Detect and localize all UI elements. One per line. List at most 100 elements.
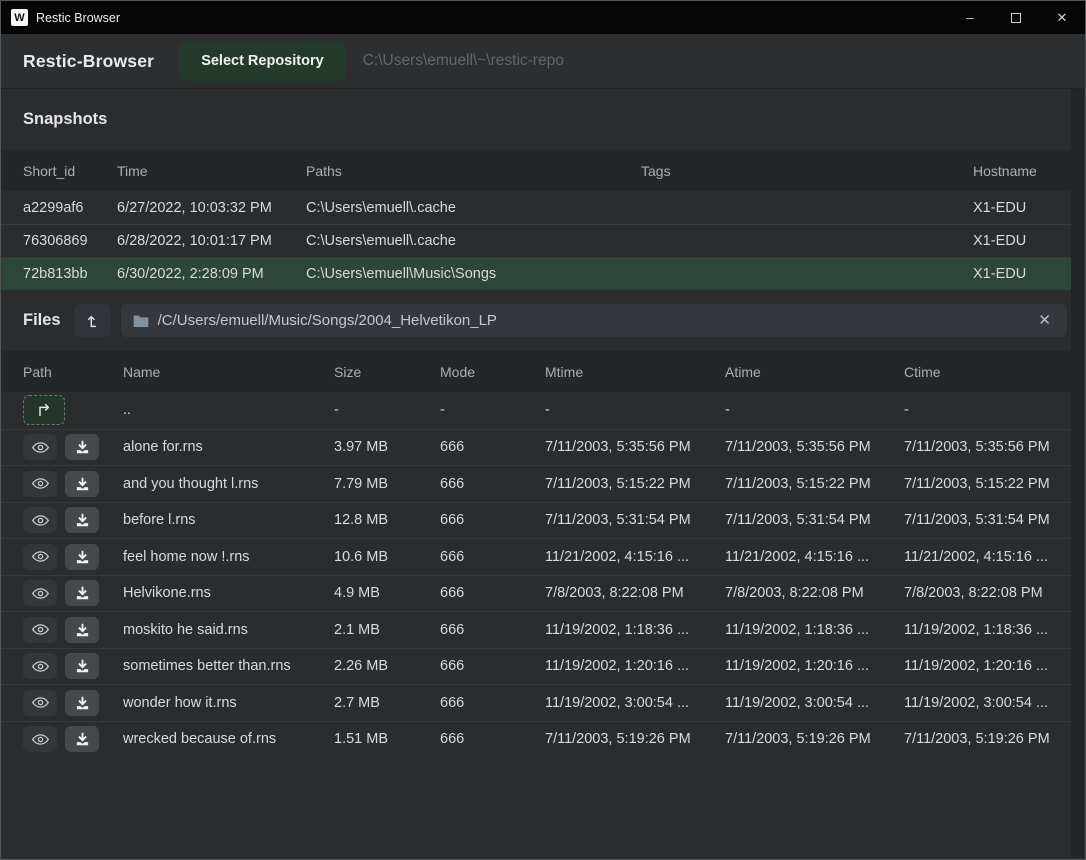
file-row[interactable]: before l.rns 12.8 MB 666 7/11/2003, 5:31… xyxy=(1,502,1073,539)
snapshot-row[interactable]: a2299af6 6/27/2022, 10:03:32 PM C:\Users… xyxy=(1,191,1073,224)
file-row[interactable]: and you thought l.rns 7.79 MB 666 7/11/2… xyxy=(1,465,1073,502)
download-file-button[interactable] xyxy=(65,434,99,460)
view-file-button[interactable] xyxy=(23,471,57,497)
file-row[interactable]: feel home now !.rns 10.6 MB 666 11/21/20… xyxy=(1,538,1073,575)
eye-icon xyxy=(32,660,49,673)
file-row[interactable]: moskito he said.rns 2.1 MB 666 11/19/200… xyxy=(1,611,1073,648)
snapshot-paths: C:\Users\emuell\.cache xyxy=(306,233,641,249)
download-file-button[interactable] xyxy=(65,653,99,679)
close-icon: ✕ xyxy=(1057,10,1068,26)
file-mode: 666 xyxy=(440,658,545,674)
file-row[interactable]: wrecked because of.rns 1.51 MB 666 7/11/… xyxy=(1,721,1073,758)
file-atime: 7/8/2003, 8:22:08 PM xyxy=(725,585,904,601)
files-table-header: Path Name Size Mode Mtime Atime Ctime xyxy=(1,351,1073,392)
file-mode: 666 xyxy=(440,622,545,638)
view-file-button[interactable] xyxy=(23,544,57,570)
file-row[interactable]: alone for.rns 3.97 MB 666 7/11/2003, 5:3… xyxy=(1,429,1073,466)
maximize-button[interactable] xyxy=(993,1,1039,34)
close-button[interactable]: ✕ xyxy=(1039,1,1085,34)
file-atime: 11/21/2002, 4:15:16 ... xyxy=(725,549,904,565)
snapshot-short-id: 72b813bb xyxy=(23,266,117,282)
download-tray-icon xyxy=(75,623,90,637)
maximize-icon xyxy=(1011,13,1021,23)
snapshot-row[interactable]: 72b813bb 6/30/2022, 2:28:09 PM C:\Users\… xyxy=(1,257,1073,290)
files-table-body: .. - - - - - xyxy=(1,392,1085,757)
file-size: 7.79 MB xyxy=(334,476,440,492)
snapshot-hostname: X1-EDU xyxy=(973,200,1073,216)
file-row[interactable]: sometimes better than.rns 2.26 MB 666 11… xyxy=(1,648,1073,685)
view-file-button[interactable] xyxy=(23,580,57,606)
eye-icon xyxy=(32,623,49,636)
eye-icon xyxy=(32,696,49,709)
snapshot-time: 6/27/2022, 10:03:32 PM xyxy=(117,200,306,216)
files-title: Files xyxy=(23,311,61,330)
file-mode: 666 xyxy=(440,695,545,711)
view-file-button[interactable] xyxy=(23,653,57,679)
file-name: before l.rns xyxy=(123,512,334,528)
file-mode: 666 xyxy=(440,731,545,747)
app-window: W Restic Browser – ✕ Restic-Browser Sele… xyxy=(0,0,1086,860)
file-mode: - xyxy=(440,402,545,418)
clear-path-button[interactable]: ✕ xyxy=(1034,311,1055,330)
download-file-button[interactable] xyxy=(65,471,99,497)
file-size: 10.6 MB xyxy=(334,549,440,565)
download-tray-icon xyxy=(75,732,90,746)
download-file-button[interactable] xyxy=(65,507,99,533)
file-mtime: 7/11/2003, 5:19:26 PM xyxy=(545,731,725,747)
view-file-button[interactable] xyxy=(23,507,57,533)
file-ctime: 11/19/2002, 1:18:36 ... xyxy=(904,622,1073,638)
files-bar: Files /C/Users/emuell/Music/Songs/2004_H… xyxy=(1,290,1085,351)
view-file-button[interactable] xyxy=(23,617,57,643)
file-ctime: 7/11/2003, 5:15:22 PM xyxy=(904,476,1073,492)
go-parent-dir-button[interactable] xyxy=(23,395,65,425)
repository-path: C:\Users\emuell\~\restic-repo xyxy=(363,52,564,70)
file-mtime: 11/19/2002, 1:20:16 ... xyxy=(545,658,725,674)
download-tray-icon xyxy=(75,513,90,527)
file-atime: 7/11/2003, 5:19:26 PM xyxy=(725,731,904,747)
titlebar: W Restic Browser – ✕ xyxy=(1,1,1085,34)
view-file-button[interactable] xyxy=(23,726,57,752)
download-file-button[interactable] xyxy=(65,726,99,752)
file-ctime: 7/11/2003, 5:31:54 PM xyxy=(904,512,1073,528)
file-atime: 7/11/2003, 5:35:56 PM xyxy=(725,439,904,455)
file-atime: 7/11/2003, 5:31:54 PM xyxy=(725,512,904,528)
snapshot-short-id: a2299af6 xyxy=(23,200,117,216)
app-logo-icon: W xyxy=(11,9,28,26)
scrollbar-gutter[interactable] xyxy=(1071,89,1084,858)
eye-icon xyxy=(32,477,49,490)
download-file-button[interactable] xyxy=(65,580,99,606)
snapshots-title: Snapshots xyxy=(23,110,107,129)
close-icon: ✕ xyxy=(1038,312,1051,329)
col-path: Path xyxy=(23,364,123,380)
parent-dir-row[interactable]: .. - - - - - xyxy=(1,392,1073,429)
download-file-button[interactable] xyxy=(65,617,99,643)
view-file-button[interactable] xyxy=(23,434,57,460)
file-atime: 11/19/2002, 1:20:16 ... xyxy=(725,658,904,674)
col-paths: Paths xyxy=(306,163,641,179)
col-atime: Atime xyxy=(725,364,904,380)
eye-icon xyxy=(32,733,49,746)
col-time: Time xyxy=(117,163,306,179)
snapshot-row[interactable]: 76306869 6/28/2022, 10:01:17 PM C:\Users… xyxy=(1,224,1073,257)
current-path-bar[interactable]: /C/Users/emuell/Music/Songs/2004_Helveti… xyxy=(121,304,1067,337)
minimize-button[interactable]: – xyxy=(947,1,993,34)
file-mtime: 7/11/2003, 5:31:54 PM xyxy=(545,512,725,528)
snapshot-hostname: X1-EDU xyxy=(973,233,1073,249)
select-repository-button[interactable]: Select Repository xyxy=(179,41,346,81)
col-hostname: Hostname xyxy=(973,163,1073,179)
file-size: 1.51 MB xyxy=(334,731,440,747)
snapshot-paths: C:\Users\emuell\.cache xyxy=(306,200,641,216)
file-mode: 666 xyxy=(440,549,545,565)
download-tray-icon xyxy=(75,477,90,491)
file-mode: 666 xyxy=(440,585,545,601)
download-file-button[interactable] xyxy=(65,544,99,570)
file-atime: 11/19/2002, 3:00:54 ... xyxy=(725,695,904,711)
download-file-button[interactable] xyxy=(65,690,99,716)
view-file-button[interactable] xyxy=(23,690,57,716)
file-row[interactable]: wonder how it.rns 2.7 MB 666 11/19/2002,… xyxy=(1,684,1073,721)
minimize-icon: – xyxy=(966,10,973,25)
current-path-text: /C/Users/emuell/Music/Songs/2004_Helveti… xyxy=(158,312,1035,329)
level-up-button[interactable] xyxy=(74,304,111,337)
file-row[interactable]: Helvikone.rns 4.9 MB 666 7/8/2003, 8:22:… xyxy=(1,575,1073,612)
file-atime: 7/11/2003, 5:15:22 PM xyxy=(725,476,904,492)
